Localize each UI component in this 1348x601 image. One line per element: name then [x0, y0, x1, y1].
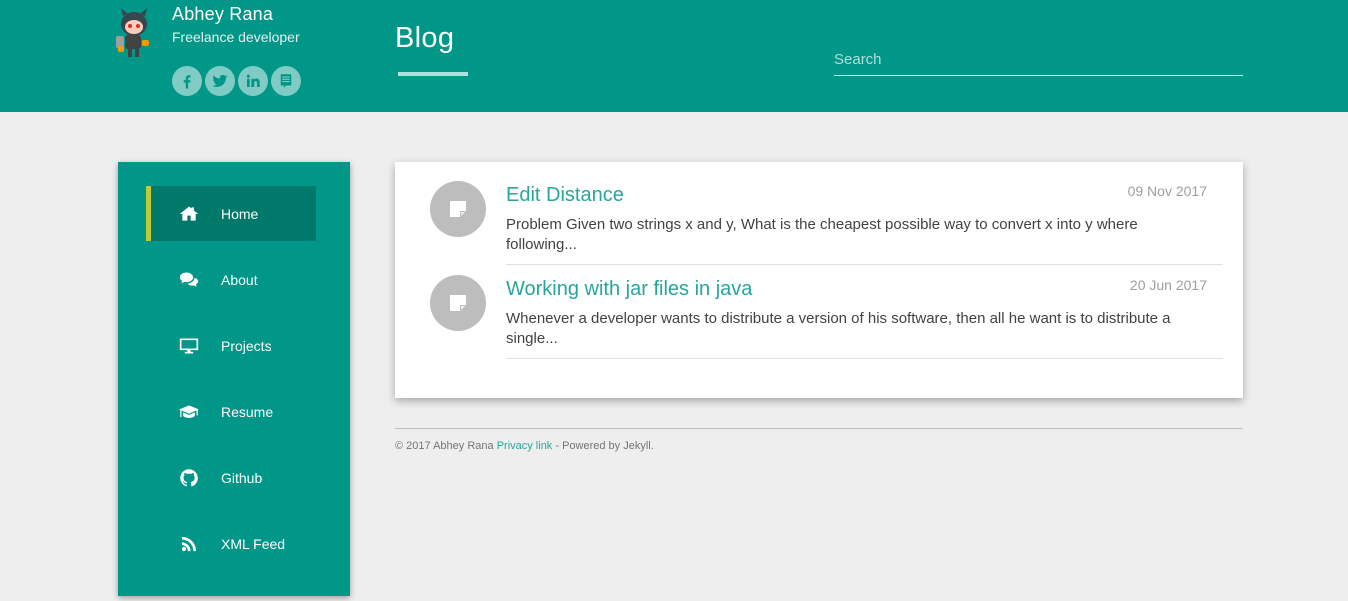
post-title-link[interactable]: Edit Distance	[506, 184, 624, 207]
footer-powered-by: - Powered by Jekyll.	[552, 440, 654, 452]
sidebar-item-resume[interactable]: Resume	[146, 384, 316, 439]
sidebar-item-about[interactable]: About	[146, 252, 316, 307]
social-links	[172, 66, 301, 96]
twitter-link[interactable]	[205, 66, 235, 96]
facebook-icon	[183, 75, 191, 89]
blog-link[interactable]	[271, 66, 301, 96]
facebook-link[interactable]	[172, 66, 202, 96]
author-name: Abhey Rana	[172, 4, 274, 24]
post-divider	[506, 358, 1223, 359]
note-icon	[450, 201, 466, 217]
sidebar: Home About Projects Resume Github XML Fe…	[118, 162, 350, 596]
sidebar-item-label: Resume	[221, 403, 274, 420]
octocat-avatar-icon[interactable]	[108, 6, 156, 58]
rss-icon	[178, 533, 200, 555]
sidebar-item-home[interactable]: Home	[146, 186, 316, 241]
twitter-icon	[212, 74, 228, 87]
privacy-link[interactable]: Privacy link	[497, 440, 553, 452]
post-list-card: Edit Distance 09 Nov 2017 Problem Given …	[395, 162, 1243, 398]
graduation-cap-icon	[178, 401, 200, 423]
post-avatar	[430, 275, 486, 331]
github-icon	[178, 467, 200, 489]
post-item: Working with jar files in java 20 Jun 20…	[395, 256, 1243, 359]
page-title-underline	[398, 72, 468, 76]
sidebar-item-github[interactable]: Github	[146, 450, 316, 505]
sidebar-item-label: Home	[221, 205, 259, 222]
sidebar-item-label: Projects	[221, 337, 272, 354]
post-date: 20 Jun 2017	[1129, 277, 1207, 293]
footer-copyright: © 2017 Abhey Rana	[395, 440, 497, 452]
linkedin-icon	[246, 74, 260, 87]
blog-icon	[280, 74, 292, 88]
comments-icon	[178, 269, 200, 291]
sidebar-item-label: Github	[221, 469, 263, 486]
note-icon	[450, 295, 466, 311]
sidebar-item-label: XML Feed	[221, 535, 286, 552]
page-title: Blog	[395, 22, 455, 54]
top-header: Abhey Rana Freelance developer Blog	[0, 0, 1348, 112]
desktop-icon	[178, 335, 200, 357]
footer-divider	[395, 428, 1243, 429]
post-avatar	[430, 181, 486, 237]
post-excerpt: Problem Given two strings x and y, What …	[506, 216, 1138, 253]
footer: © 2017 Abhey Rana Privacy link - Powered…	[395, 440, 654, 452]
sidebar-item-xml-feed[interactable]: XML Feed	[146, 516, 316, 571]
search-input[interactable]	[834, 44, 1243, 76]
home-icon	[178, 203, 200, 225]
author-subtitle: Freelance developer	[172, 29, 300, 45]
post-item: Edit Distance 09 Nov 2017 Problem Given …	[395, 162, 1243, 265]
post-title-link[interactable]: Working with jar files in java	[506, 278, 752, 301]
post-excerpt: Whenever a developer wants to distribute…	[506, 310, 1171, 347]
linkedin-link[interactable]	[238, 66, 268, 96]
sidebar-item-label: About	[221, 271, 258, 288]
sidebar-item-projects[interactable]: Projects	[146, 318, 316, 373]
post-date: 09 Nov 2017	[1127, 183, 1207, 199]
